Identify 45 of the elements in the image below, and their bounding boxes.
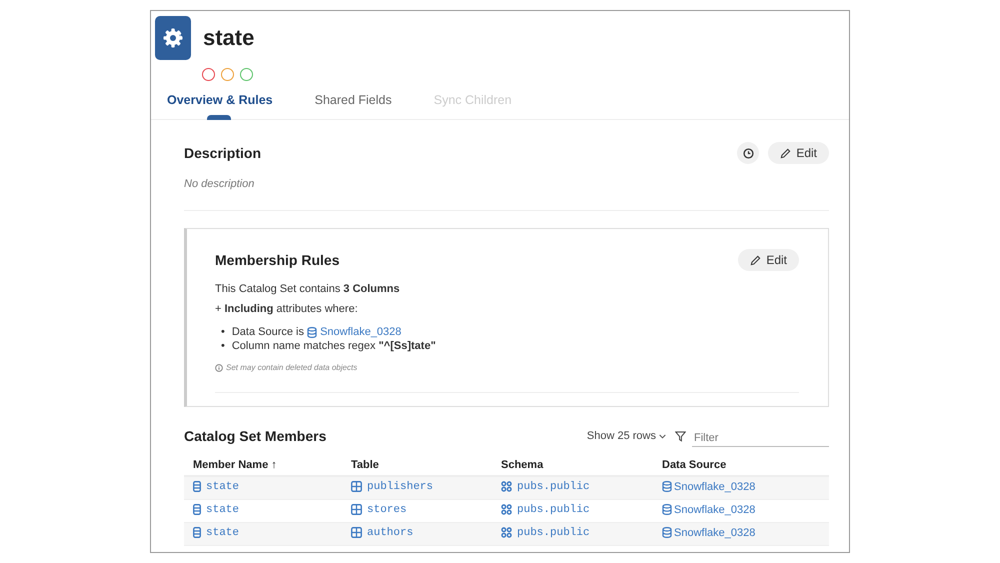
pencil-icon [750, 254, 762, 266]
filter-icon [675, 430, 686, 442]
column-icon [193, 504, 201, 516]
table-link[interactable]: stores [351, 504, 407, 516]
data-source-link[interactable]: Snowflake_0328 [307, 325, 402, 339]
rows-per-page-menu[interactable]: Show 25 rows [586, 430, 666, 442]
section-heading: Catalog Set Members [184, 428, 328, 444]
bullet: • [221, 339, 225, 353]
rule-condition: Column name matches regex "^[Ss]tate" [232, 339, 436, 353]
bullet: • [221, 325, 225, 339]
tab[interactable]: Shared Fields [314, 93, 392, 119]
tab[interactable]: Overview & Rules [167, 93, 273, 119]
edit-button[interactable]: Edit [738, 249, 799, 271]
note-text: Set may contain deleted data objects [226, 363, 358, 372]
schema-icon [501, 504, 512, 516]
database-icon [662, 504, 672, 516]
table-icon [351, 527, 362, 538]
section-heading: Description [184, 145, 262, 161]
column-link[interactable]: state [193, 504, 240, 516]
clock-icon [742, 148, 754, 158]
including-text: + Including attributes where: [215, 303, 359, 315]
summary-text: This Catalog Set contains 3 Columns [215, 283, 401, 295]
info-icon [215, 364, 223, 372]
data-source-link[interactable]: Snowflake_0328 [662, 504, 756, 516]
table-icon [351, 481, 362, 492]
history-button[interactable] [737, 142, 760, 164]
edit-button[interactable]: Edit [768, 142, 829, 164]
database-icon [662, 527, 672, 538]
rule-condition: Data Source is Snowflake_0328 [232, 325, 402, 339]
column-link[interactable]: state [193, 526, 240, 539]
column-link[interactable]: state [193, 480, 240, 493]
page-title: state [203, 25, 254, 51]
schema-icon [501, 481, 512, 492]
database-icon [662, 481, 672, 492]
column-icon [193, 481, 201, 492]
schema-link[interactable]: pubs.public [501, 504, 590, 516]
caret-icon [659, 434, 666, 438]
description-text: No description [184, 178, 256, 190]
column-icon [193, 527, 201, 538]
database-icon [307, 326, 318, 338]
gear-icon [163, 28, 183, 48]
pencil-icon [780, 148, 792, 158]
table-icon [351, 504, 362, 516]
section-heading: Membership Rules [215, 252, 340, 268]
schema-icon [501, 527, 512, 538]
